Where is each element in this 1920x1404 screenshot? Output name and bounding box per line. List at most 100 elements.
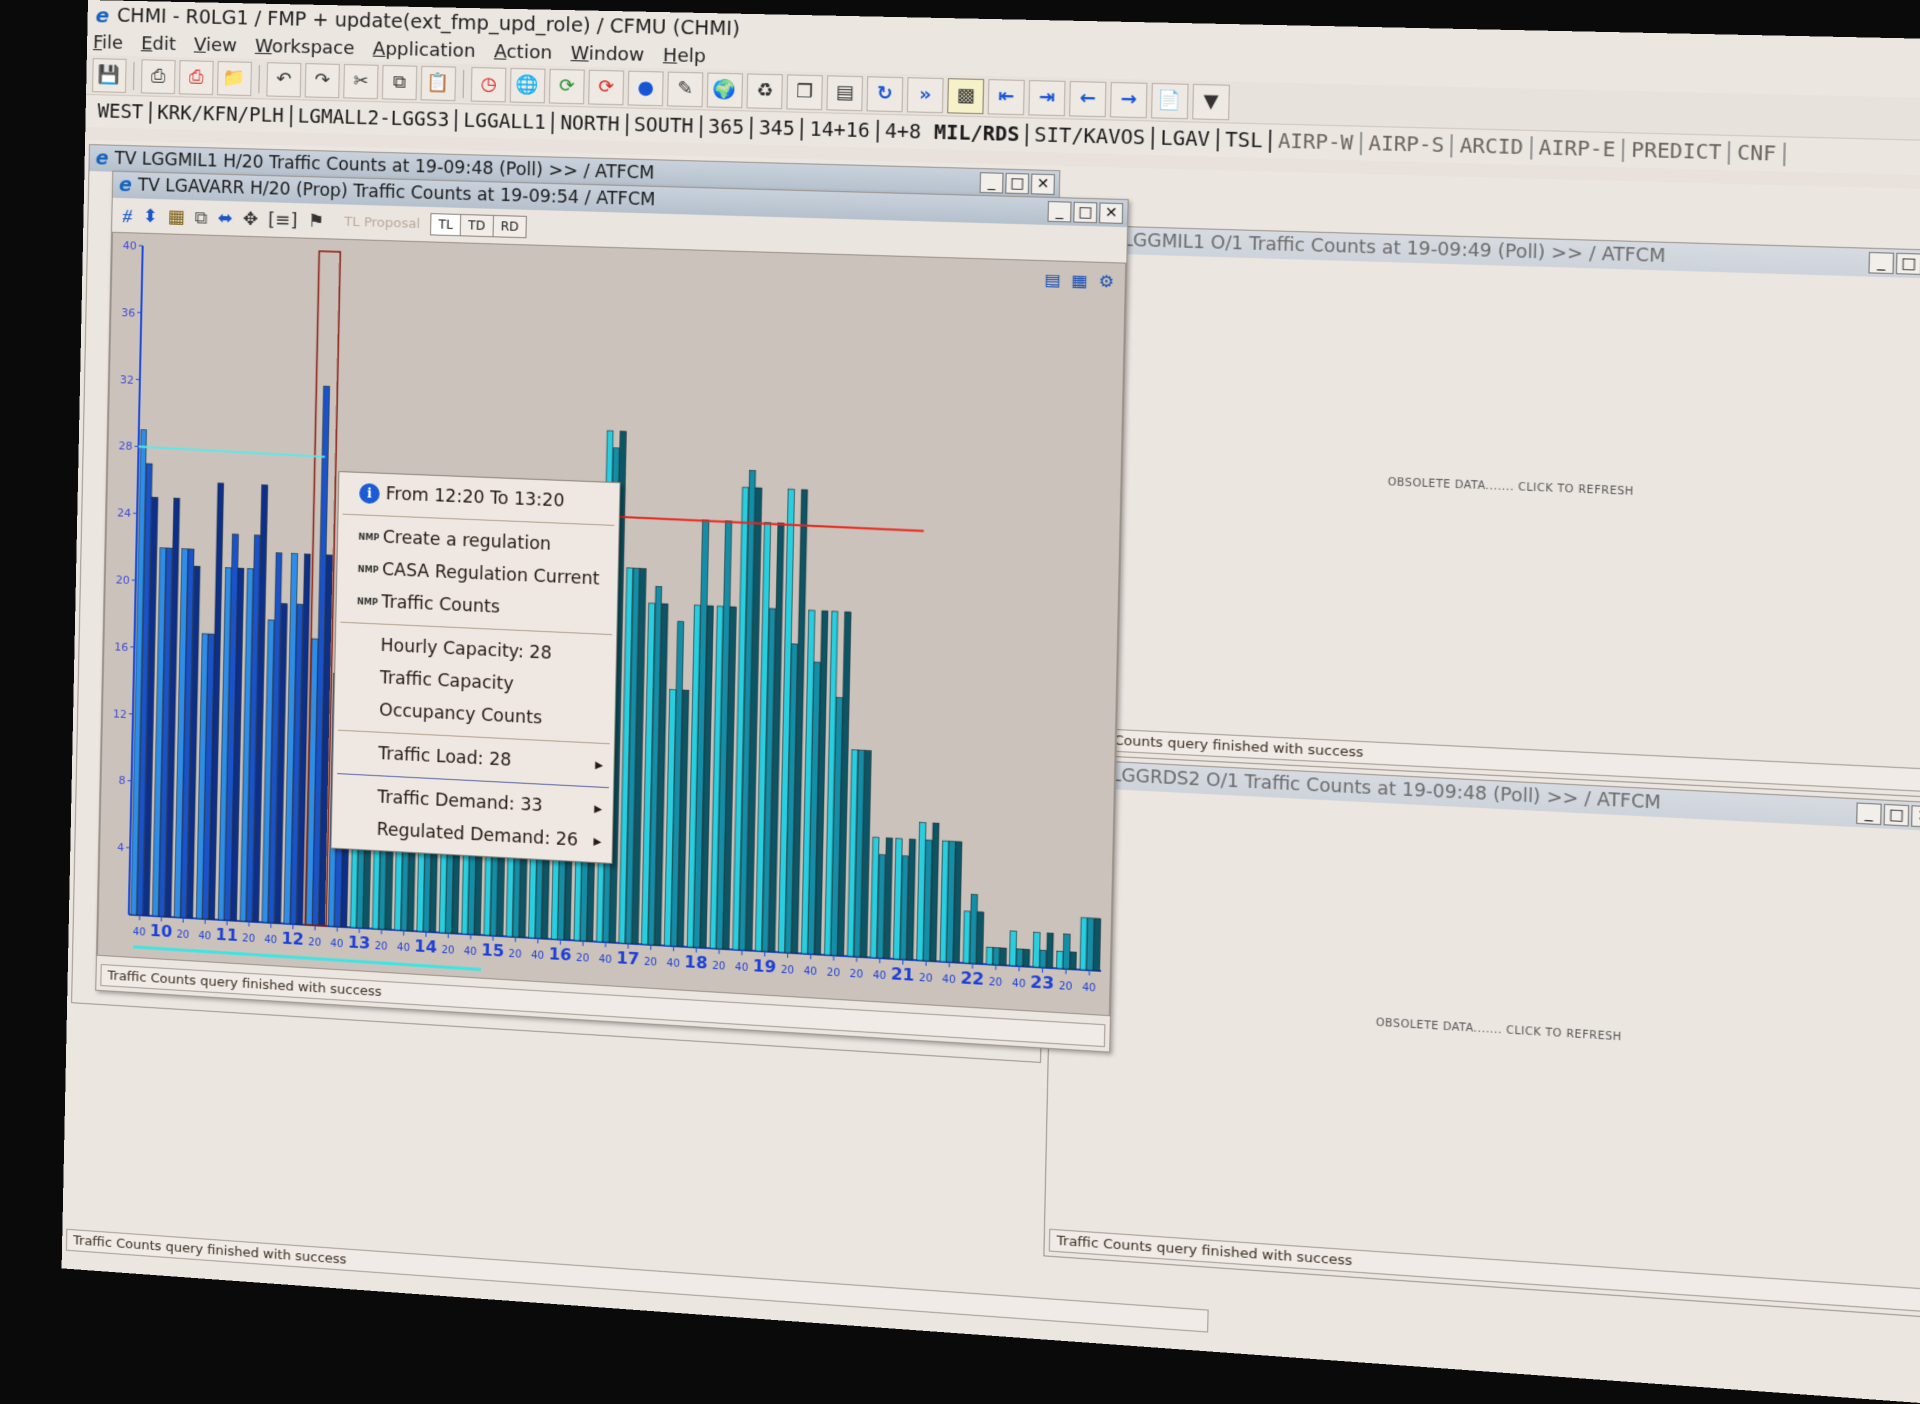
cut-icon[interactable]: ✂	[343, 63, 378, 98]
tv-tab[interactable]: AIRP-W	[1271, 130, 1362, 155]
submenu-arrow-icon: ▶	[593, 836, 601, 848]
refresh-red-icon[interactable]: ⟳	[588, 69, 624, 105]
expand-vertical-icon[interactable]: ⬍	[142, 205, 158, 226]
refresh-green-icon[interactable]: ⟳	[549, 68, 585, 103]
menu-view[interactable]: View	[194, 34, 237, 56]
y-tick-label: 24	[117, 506, 131, 520]
back-icon[interactable]: ←	[1069, 80, 1106, 116]
print-color-icon[interactable]: ⎙	[179, 60, 214, 95]
tile-icon[interactable]: ❐	[786, 74, 823, 110]
window-icon[interactable]: ▤	[826, 75, 863, 111]
first-icon[interactable]: ⇤	[988, 79, 1025, 115]
tv-tab[interactable]: WEST	[91, 100, 151, 124]
tv-tab[interactable]: 345	[752, 117, 803, 141]
tv-tab[interactable]: TSL	[1218, 128, 1271, 152]
export-icon[interactable]: 📄	[1151, 82, 1189, 118]
window-lgavarr-h20: e TV LGAVARR H/20 (Prop) Traffic Counts …	[95, 171, 1129, 1053]
x-tick-label: 10	[150, 921, 173, 941]
toggle-rd[interactable]: RD	[493, 216, 526, 237]
tv-tab[interactable]: 14+16	[803, 118, 879, 143]
toggle-td[interactable]: TD	[461, 215, 494, 236]
menu-action[interactable]: Action	[494, 41, 553, 64]
x-tick-label: 20	[308, 937, 321, 949]
tv-tab[interactable]: CNF	[1730, 141, 1785, 166]
bar-td	[1040, 950, 1047, 968]
window-controls: _ □ ✕	[1856, 802, 1920, 828]
copy-icon[interactable]: ⧉	[382, 64, 417, 99]
minimize-button[interactable]: _	[1868, 252, 1894, 274]
collapse-vertical-icon[interactable]: ⧣	[122, 205, 133, 226]
minimize-button[interactable]: _	[1047, 201, 1071, 222]
tv-tab[interactable]: SOUTH	[628, 114, 703, 138]
tv-tab[interactable]: ARCID	[1453, 134, 1533, 159]
tv-tab[interactable]: NORTH	[554, 112, 628, 136]
tv-tab[interactable]: PREDICT	[1624, 139, 1730, 165]
table-icon[interactable]: ▦	[167, 206, 184, 228]
maximize-button[interactable]: □	[1005, 173, 1029, 194]
menu-window[interactable]: Window	[571, 43, 645, 66]
undo-icon[interactable]: ↶	[266, 62, 301, 97]
move-icon[interactable]: ✥	[243, 208, 259, 230]
globe-icon[interactable]: 🌐	[510, 67, 546, 102]
open-folder-icon[interactable]: 📁	[217, 61, 252, 96]
x-tick-label: 40	[264, 934, 277, 946]
tv-tab[interactable]: 365	[702, 115, 753, 139]
tv-tab[interactable]: 4+8	[878, 120, 928, 144]
reload-icon[interactable]: ↻	[867, 76, 904, 112]
toggle-tl[interactable]: TL	[431, 214, 461, 235]
window-titlebar[interactable]: e TV LGGMIL1 O/1 Traffic Counts at 19-09…	[1066, 225, 1920, 279]
tv-tab[interactable]: LGGALL1	[457, 109, 554, 134]
paint-icon[interactable]: ⚑	[307, 210, 324, 232]
minimize-button[interactable]: _	[980, 172, 1004, 193]
tv-tab[interactable]: MIL/RDS	[927, 121, 1026, 146]
forward-icon[interactable]: →	[1110, 81, 1147, 117]
tv-tab[interactable]: AIRP-S	[1362, 132, 1454, 157]
paste-icon[interactable]: 📋	[421, 65, 456, 100]
clock-icon[interactable]: ◷	[471, 66, 507, 101]
close-button[interactable]: ✕	[1099, 202, 1123, 223]
close-button[interactable]: ✕	[1911, 805, 1920, 828]
menu-application[interactable]: Application	[373, 38, 476, 62]
bracket-icon[interactable]: [≡]	[268, 209, 298, 231]
redo-icon[interactable]: ↷	[305, 63, 340, 98]
filter-icon[interactable]: ▼	[1192, 83, 1230, 119]
fast-forward-icon[interactable]: »	[907, 77, 944, 113]
menu-help[interactable]: Help	[663, 45, 706, 67]
menu-edit[interactable]: Edit	[141, 33, 176, 55]
submenu-arrow-icon: ▶	[595, 759, 603, 771]
bar-tl	[1010, 931, 1017, 966]
tv-tab[interactable]: AIRP-E	[1532, 136, 1625, 162]
last-icon[interactable]: ⇥	[1028, 80, 1065, 116]
close-button[interactable]: ✕	[1031, 174, 1055, 195]
expand-horizontal-icon[interactable]: ⬌	[217, 207, 233, 229]
maximize-button[interactable]: □	[1896, 253, 1920, 275]
collapse-horizontal-icon[interactable]: ⧉	[194, 207, 207, 228]
edit-icon[interactable]: ✎	[667, 71, 703, 107]
recycle-icon[interactable]: ♻	[746, 73, 782, 109]
x-tick-label: 40	[1082, 982, 1096, 994]
obsolete-data-link[interactable]: OBSOLETE DATA....... CLICK TO REFRESH	[1388, 477, 1634, 498]
tv-tab[interactable]: LGAV	[1154, 127, 1219, 152]
print-icon[interactable]: ⎙	[141, 59, 176, 94]
np-icon[interactable]: ▩	[947, 78, 984, 114]
app-logo-icon: e	[95, 3, 109, 27]
menu-workspace[interactable]: Workspace	[255, 36, 355, 59]
obsolete-data-link[interactable]: OBSOLETE DATA....... CLICK TO REFRESH	[1376, 1017, 1622, 1043]
x-tick-label: 14	[414, 936, 437, 957]
y-tick-label: 8	[118, 774, 125, 787]
save-icon[interactable]: 💾	[92, 58, 127, 93]
maximize-button[interactable]: □	[1073, 202, 1097, 223]
bar-rd	[1093, 918, 1100, 970]
minimize-button[interactable]: _	[1856, 802, 1882, 825]
tv-tab[interactable]: LGMALL2-LGGS3	[292, 105, 458, 131]
maximize-button[interactable]: □	[1884, 804, 1910, 827]
menu-file[interactable]: File	[93, 32, 123, 54]
y-tick-label: 32	[120, 373, 134, 387]
tv-tab[interactable]: SIT/KAVOS	[1026, 124, 1155, 150]
x-tick-label: 21	[891, 964, 915, 985]
menu-item-label: Traffic Capacity	[380, 668, 514, 695]
tv-tab[interactable]: KRK/KFN/PLH	[151, 102, 292, 128]
bar-rd	[1023, 949, 1030, 967]
earth-icon[interactable]: 🌍	[707, 72, 743, 108]
teal-globe-icon[interactable]: ●	[628, 70, 664, 106]
